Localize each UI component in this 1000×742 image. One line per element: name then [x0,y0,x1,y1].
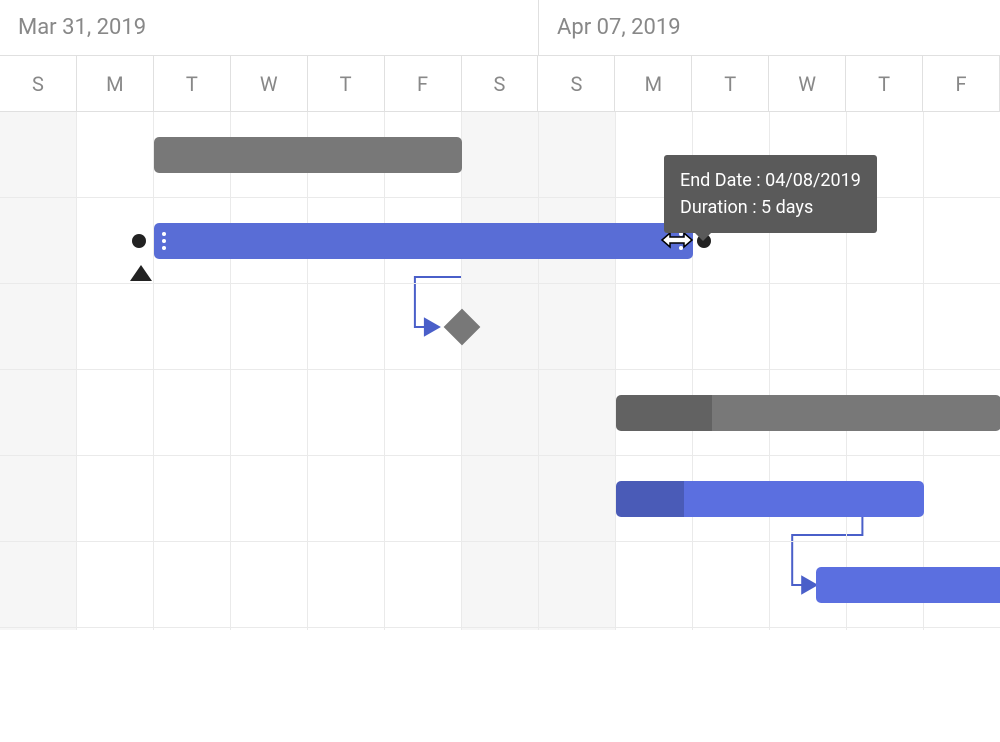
task-bar[interactable] [154,223,693,259]
day-label: T [724,72,736,96]
day-header: T [692,56,769,111]
week-header-row: Mar 31, 2019 Apr 07, 2019 [0,0,1000,56]
week-label: Apr 07, 2019 [557,15,681,40]
day-header: F [385,56,462,111]
week-header: Apr 07, 2019 [539,0,1000,55]
task-tooltip: End Date : 04/08/2019 Duration : 5 days [664,155,877,233]
week-header: Mar 31, 2019 [0,0,539,55]
task-progress [616,481,684,517]
day-label: W [798,72,816,96]
task-bar[interactable] [616,395,1000,431]
baseline-start-icon [132,234,146,248]
task-bar[interactable] [616,481,924,517]
day-label: F [955,72,966,96]
task-bar[interactable] [154,137,462,173]
day-header: F [923,56,1000,111]
day-header: T [846,56,923,111]
day-header: S [0,56,77,111]
grid-row [0,284,1000,370]
day-label: T [186,72,198,96]
day-header: S [462,56,539,111]
day-label: M [645,72,662,96]
day-label: W [260,72,278,96]
baseline-marker-icon [130,265,152,281]
task-bar[interactable] [816,567,1000,603]
resize-grip-icon[interactable] [162,232,166,250]
day-header: W [769,56,846,111]
day-label: T [340,72,352,96]
day-header: W [231,56,308,111]
tooltip-end-date: End Date : 04/08/2019 [680,167,861,194]
day-header: T [308,56,385,111]
day-header: M [615,56,692,111]
tooltip-duration: Duration : 5 days [680,194,861,221]
day-label: S [570,72,582,96]
day-label: M [106,72,123,96]
day-label: S [32,72,44,96]
day-header-row: SMTWTFSSMTWTF [0,56,1000,112]
day-header: S [538,56,615,111]
day-label: S [494,72,506,96]
week-label: Mar 31, 2019 [18,15,146,40]
tooltip-arrow-icon [694,232,712,241]
task-progress [616,395,712,431]
day-header: M [77,56,154,111]
day-label: F [417,72,428,96]
day-label: T [878,72,890,96]
gantt-chart: Mar 31, 2019 Apr 07, 2019 S M T W T F S S M T W T F E… [0,0,1000,630]
day-header: T [154,56,231,111]
